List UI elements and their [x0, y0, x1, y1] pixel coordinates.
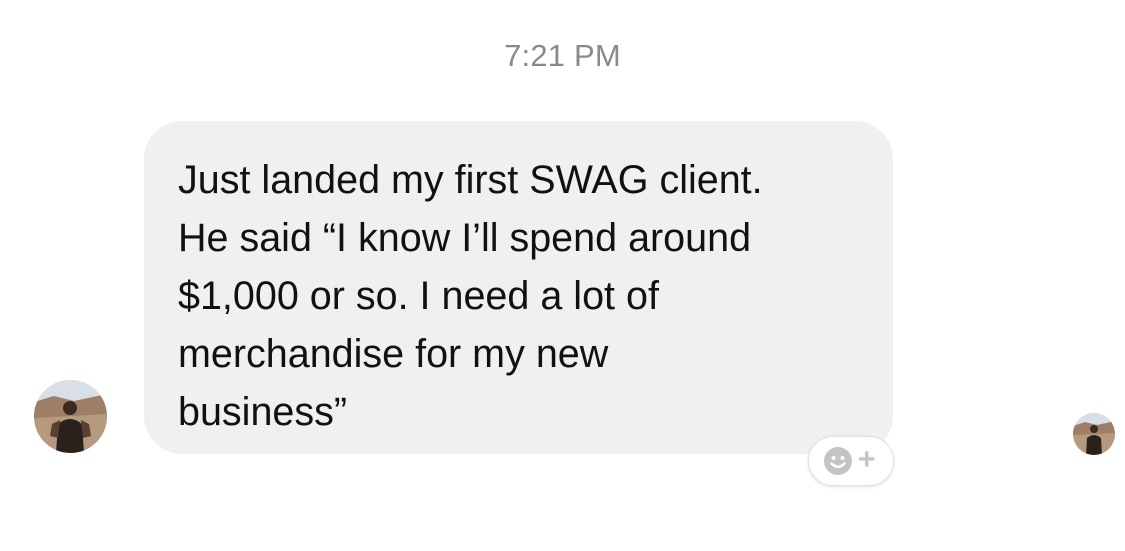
- message-text: Just landed my first SWAG client. He sai…: [178, 151, 861, 441]
- message-line: merchandise for my new: [178, 332, 609, 376]
- sender-avatar[interactable]: [34, 380, 107, 453]
- smiley-face-icon: [824, 447, 852, 475]
- read-receipt-avatar: [1073, 413, 1115, 455]
- message-line: $1,000 or so. I need a lot of: [178, 274, 659, 318]
- sender-avatar-photo: [34, 380, 107, 453]
- read-receipt-avatar-photo: [1073, 413, 1115, 455]
- add-reaction-button[interactable]: +: [808, 436, 894, 486]
- plus-icon: +: [858, 443, 876, 476]
- message-line: He said “I know I’ll spend around: [178, 216, 752, 260]
- message-timestamp: 7:21 PM: [504, 38, 621, 73]
- message-line: business”: [178, 390, 348, 434]
- message-bubble[interactable]: Just landed my first SWAG client. He sai…: [144, 121, 893, 454]
- message-line: Just landed my first SWAG client.: [178, 158, 763, 202]
